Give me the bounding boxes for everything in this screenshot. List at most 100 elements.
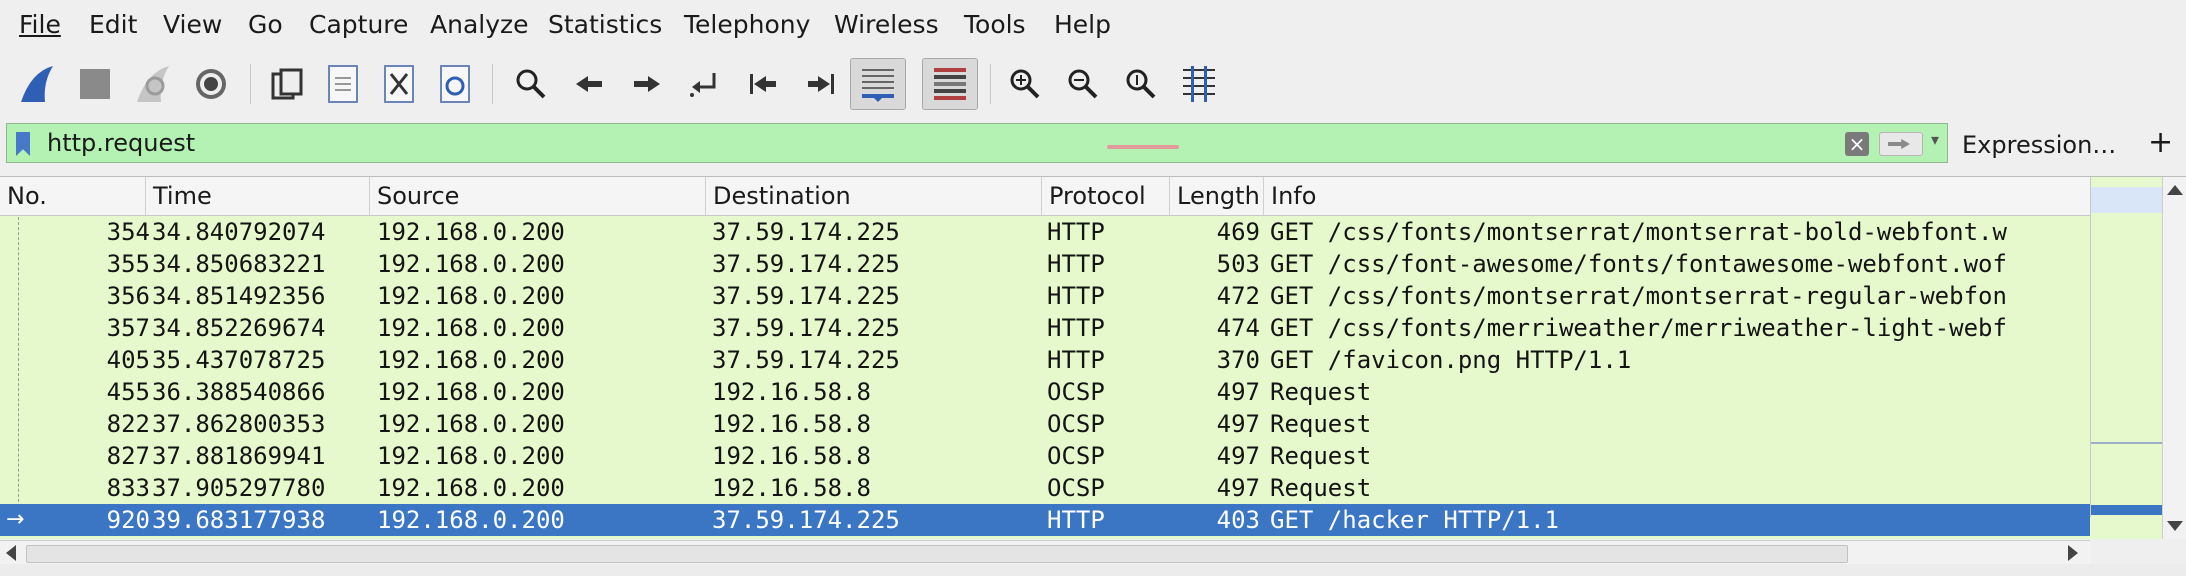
cell-destination: 37.59.174.225	[712, 218, 900, 246]
table-row[interactable]: 827 37.881869941 192.168.0.200 192.16.58…	[0, 440, 2090, 472]
horizontal-scrollbar[interactable]	[0, 540, 2090, 565]
cell-time: 37.905297780	[152, 474, 326, 502]
toolbar-separator	[990, 64, 991, 104]
clear-filter-icon[interactable]: ×	[1845, 132, 1869, 156]
cell-protocol: HTTP	[1047, 282, 1105, 310]
column-header-info[interactable]: Info	[1264, 177, 2090, 215]
toolbar-separator	[492, 64, 493, 104]
apply-filter-icon[interactable]	[1879, 132, 1923, 156]
scroll-right-icon[interactable]	[2068, 545, 2078, 561]
open-file-icon[interactable]	[262, 58, 312, 110]
column-header-source[interactable]: Source	[370, 177, 706, 215]
menu-edit[interactable]: Edit	[89, 8, 137, 42]
cell-destination: 37.59.174.225	[712, 314, 900, 342]
cell-destination: 37.59.174.225	[712, 250, 900, 278]
table-row[interactable]: 354 34.840792074 192.168.0.200 37.59.174…	[0, 216, 2090, 248]
expression-button[interactable]: Expression…	[1962, 129, 2116, 161]
bookmark-icon[interactable]	[16, 132, 30, 156]
cell-length: 503	[1216, 250, 1260, 278]
chevron-down-icon[interactable]: ▾	[1931, 130, 1939, 149]
zoom-out-icon[interactable]	[1058, 58, 1108, 110]
column-header-no[interactable]: No.	[0, 177, 146, 215]
scroll-left-icon[interactable]	[6, 545, 16, 561]
menu-analyze[interactable]: Analyze	[430, 8, 529, 42]
menu-statistics[interactable]: Statistics	[548, 8, 662, 42]
resize-columns-icon[interactable]	[1174, 58, 1224, 110]
go-back-icon[interactable]	[564, 58, 614, 110]
cell-info: Request	[1270, 474, 1372, 502]
cell-time: 36.388540866	[152, 378, 326, 406]
zoom-in-icon[interactable]	[1000, 58, 1050, 110]
vertical-scrollbar[interactable]	[2162, 177, 2186, 539]
cell-length: 497	[1216, 442, 1260, 470]
table-row-selected[interactable]: → 920 39.683177938 192.168.0.200 37.59.1…	[0, 504, 2090, 536]
cell-info: GET /css/fonts/montserrat/montserrat-reg…	[1270, 282, 2007, 310]
add-filter-button[interactable]: +	[2148, 125, 2173, 161]
stop-capture-icon[interactable]	[70, 58, 120, 110]
menu-tools[interactable]: Tools	[964, 8, 1026, 42]
cell-time: 37.881869941	[152, 442, 326, 470]
pane-splitter[interactable]	[0, 564, 2186, 576]
cell-time: 35.437078725	[152, 346, 326, 374]
shark-fin-start-icon[interactable]	[12, 58, 62, 110]
menu-view[interactable]: View	[163, 8, 222, 42]
cell-no: 354	[106, 218, 150, 246]
minimap-marker	[2091, 442, 2163, 444]
menu-file[interactable]: File	[19, 8, 61, 42]
menu-telephony[interactable]: Telephony	[684, 8, 810, 42]
close-file-icon[interactable]	[374, 58, 424, 110]
menu-wireless[interactable]: Wireless	[834, 8, 939, 42]
cell-info: GET /css/font-awesome/fonts/fontawesome-…	[1270, 250, 2007, 278]
scroll-down-icon[interactable]	[2167, 521, 2183, 531]
cell-time: 37.862800353	[152, 410, 326, 438]
cell-length: 474	[1216, 314, 1260, 342]
table-row[interactable]: 822 37.862800353 192.168.0.200 192.16.58…	[0, 408, 2090, 440]
first-packet-icon[interactable]	[738, 58, 788, 110]
table-row[interactable]: 356 34.851492356 192.168.0.200 37.59.174…	[0, 280, 2090, 312]
column-header-protocol[interactable]: Protocol	[1042, 177, 1170, 215]
display-filter-bar: http.request × ▾ Expression… +	[0, 120, 2186, 172]
cell-destination: 37.59.174.225	[712, 506, 900, 534]
normal-size-icon[interactable]	[1116, 58, 1166, 110]
save-file-icon[interactable]	[318, 58, 368, 110]
cell-protocol: HTTP	[1047, 218, 1105, 246]
reload-file-icon[interactable]	[430, 58, 480, 110]
menu-help[interactable]: Help	[1054, 8, 1111, 42]
auto-scroll-icon[interactable]	[850, 58, 906, 110]
cell-destination: 192.16.58.8	[712, 378, 871, 406]
restart-capture-icon[interactable]	[128, 58, 178, 110]
cell-protocol: OCSP	[1047, 474, 1105, 502]
cell-source: 192.168.0.200	[377, 442, 565, 470]
scrollbar-thumb[interactable]	[26, 545, 1848, 563]
cell-info: Request	[1270, 378, 1372, 406]
table-row[interactable]: 833 37.905297780 192.168.0.200 192.16.58…	[0, 472, 2090, 504]
colorize-icon[interactable]	[922, 58, 978, 110]
packet-minimap[interactable]	[2090, 177, 2163, 517]
go-to-packet-icon[interactable]	[680, 58, 730, 110]
column-header-destination[interactable]: Destination	[706, 177, 1042, 215]
cell-time: 34.840792074	[152, 218, 326, 246]
cell-no: 455	[106, 378, 150, 406]
find-packet-icon[interactable]	[506, 58, 556, 110]
scroll-up-icon[interactable]	[2167, 185, 2183, 195]
column-header-length[interactable]: Length	[1170, 177, 1264, 215]
display-filter-input[interactable]: http.request × ▾	[6, 123, 1948, 163]
table-row[interactable]: 405 35.437078725 192.168.0.200 37.59.174…	[0, 344, 2090, 376]
capture-options-icon[interactable]	[186, 58, 236, 110]
menu-bar: File Edit View Go Capture Analyze Statis…	[0, 0, 2186, 50]
table-row[interactable]: 455 36.388540866 192.168.0.200 192.16.58…	[0, 376, 2090, 408]
go-forward-icon[interactable]	[622, 58, 672, 110]
cell-destination: 192.16.58.8	[712, 474, 871, 502]
menu-capture[interactable]: Capture	[309, 8, 408, 42]
last-packet-icon[interactable]	[796, 58, 846, 110]
table-row[interactable]: 357 34.852269674 192.168.0.200 37.59.174…	[0, 312, 2090, 344]
cell-no: 822	[106, 410, 150, 438]
cell-source: 192.168.0.200	[377, 506, 565, 534]
column-header-time[interactable]: Time	[146, 177, 370, 215]
menu-go[interactable]: Go	[248, 8, 283, 42]
minimap-selected-marker	[2091, 505, 2163, 515]
table-row[interactable]: 355 34.850683221 192.168.0.200 37.59.174…	[0, 248, 2090, 280]
filter-text[interactable]: http.request	[47, 127, 195, 159]
cell-time: 34.852269674	[152, 314, 326, 342]
cell-length: 403	[1216, 506, 1260, 534]
